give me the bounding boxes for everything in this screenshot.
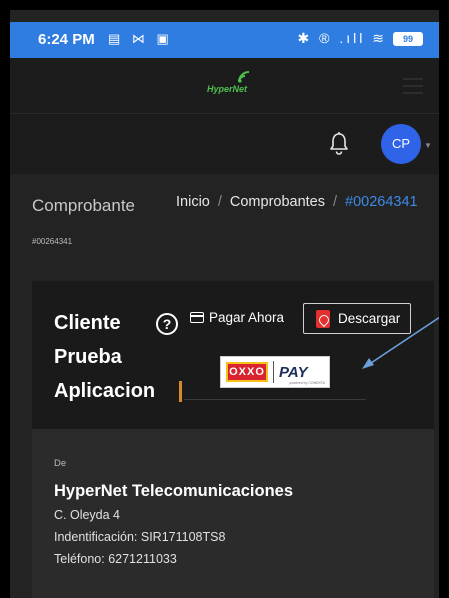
phone-screen: 6:24 PM ▤ ⋈ ▣ ✱ ® .ıll ≋ 99 HyperNet CP …: [10, 10, 439, 598]
chevron-down-icon[interactable]: ▼: [424, 141, 432, 150]
breadcrumb-section-link[interactable]: Comprobantes: [230, 194, 325, 210]
oxxo-powered-by: powered by CONEKTA: [289, 381, 325, 385]
bell-icon[interactable]: [328, 131, 350, 155]
company-address: C. Oleyda 4: [54, 508, 121, 522]
breadcrumb-separator: /: [217, 194, 222, 210]
hypernet-logo[interactable]: HyperNet: [207, 70, 257, 98]
breadcrumb-separator: /: [333, 194, 338, 210]
menu-icon[interactable]: [403, 78, 423, 99]
oxxo-divider: [273, 361, 274, 383]
company-phone: Teléfono: 6271211033: [54, 552, 177, 566]
annotation-arrow-icon: [362, 316, 439, 369]
company-tax-id: Indentificación: SIR171108TS8: [54, 530, 226, 544]
page-title: Comprobante: [32, 196, 136, 215]
status-time: 6:24 PM: [38, 31, 95, 48]
user-avatar[interactable]: CP: [381, 124, 421, 164]
company-name: HyperNet Telecomunicaciones: [54, 482, 294, 500]
system-icons: ✱ ® .ıll ≋ 99: [298, 30, 423, 47]
breadcrumb-current: #00264341: [345, 194, 418, 210]
notification-icons: ▤ ⋈ ▣: [108, 31, 173, 46]
progress-indicator: [179, 381, 182, 402]
oxxo-logo: OXXO: [226, 362, 268, 382]
status-bar: 6:24 PM ▤ ⋈ ▣ ✱ ® .ıll ≋ 99: [10, 22, 439, 58]
breadcrumb-home-link[interactable]: Inicio: [176, 194, 210, 210]
pdf-icon: [316, 309, 330, 328]
signal-wifi-icons: ✱ ® .ıll ≋: [297, 30, 387, 46]
breadcrumb: Inicio / Comprobantes / #00264341: [176, 194, 418, 210]
battery-icon: 99: [393, 31, 423, 46]
oxxo-pay-button[interactable]: OXXO PAY powered by CONEKTA: [220, 356, 330, 388]
pay-now-button[interactable]: Pagar Ahora: [190, 310, 284, 325]
from-label: De: [54, 458, 67, 469]
credit-card-icon: [190, 312, 204, 323]
wifi-logo-icon: [238, 71, 250, 83]
progress-track: [184, 399, 366, 400]
app-header: HyperNet: [10, 58, 439, 114]
logo-text: HyperNet: [207, 84, 248, 94]
invoice-reference: #00264341: [32, 237, 73, 246]
pay-now-label: Pagar Ahora: [209, 310, 285, 325]
user-toolbar: CP ▼: [10, 114, 439, 174]
oxxo-pay-text: PAY: [279, 363, 308, 381]
help-icon[interactable]: ?: [156, 313, 178, 335]
